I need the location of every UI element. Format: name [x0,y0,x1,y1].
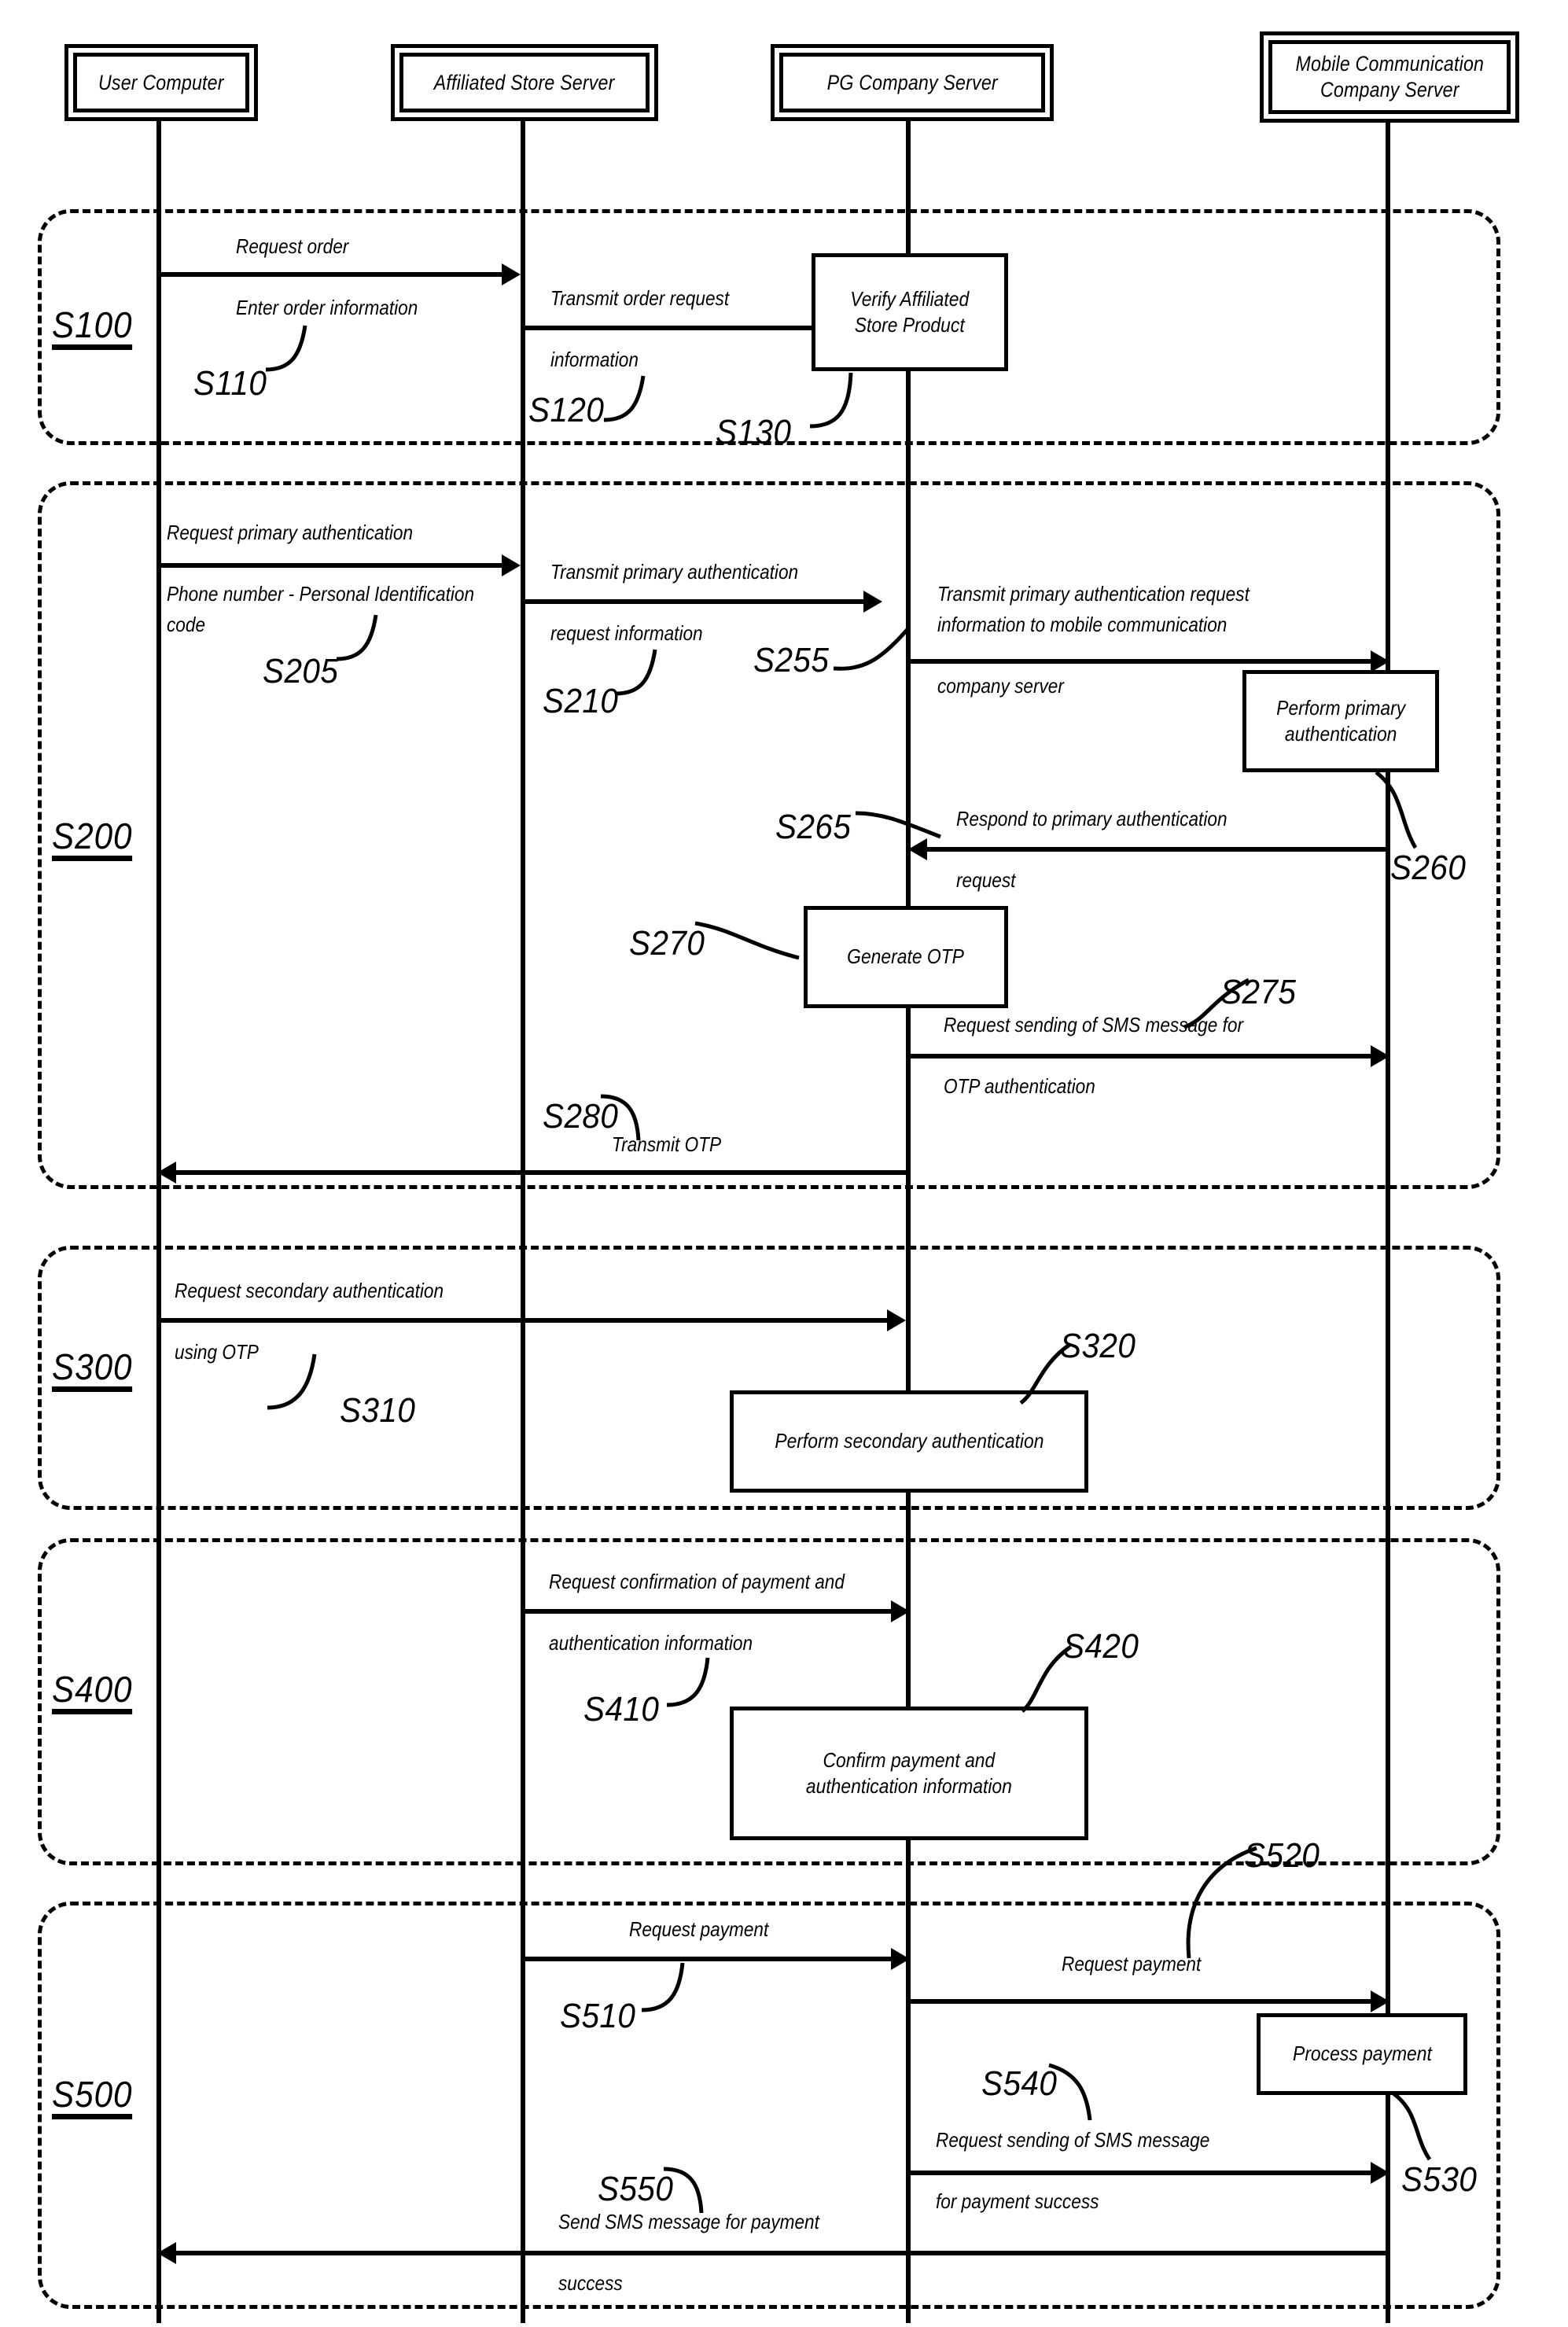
actor-user-computer: User Computer [64,44,258,121]
process-label-s270: Generate OTP [847,944,965,969]
message-label-s540: Request sending of SMS message for payme… [936,2128,1210,2213]
phase-code-s100: S100 [52,307,133,350]
leader-line-s270 [694,921,800,960]
leader-line-s410 [666,1657,710,1707]
step-code-s265: S265 [775,808,852,846]
actor-mobile-communication-company-server: Mobile Communication Company Server [1260,31,1519,123]
message-label-s550: Send SMS message for payment success [558,2210,819,2295]
step-code-s130: S130 [716,413,792,451]
actor-box-inner: Affiliated Store Server [399,53,650,112]
message-label-s410: Request confirmation of payment and auth… [549,1570,845,1655]
message-label-s510: Request payment [629,1917,769,1941]
leader-line-s265 [855,811,941,839]
step-code-s540: S540 [981,2064,1058,2103]
process-label-s130: Verify Affiliated Store Product [850,286,970,337]
message-label-s275: Request sending of SMS message for OTP a… [944,1013,1243,1098]
step-code-s275: S275 [1220,973,1297,1011]
leader-line-s205 [336,614,378,661]
step-code-s270: S270 [629,924,705,963]
process-label-s320: Perform secondary authentication [774,1429,1044,1453]
process-label-s420: Confirm payment and authentication infor… [805,1747,1013,1798]
step-code-s110: S110 [193,364,267,403]
step-code-s320: S320 [1060,1327,1136,1365]
process-box-s260: Perform primary authentication [1242,670,1439,772]
step-code-s255: S255 [753,641,830,679]
message-label-s210: Transmit primary authentication request … [550,560,799,645]
step-code-s410: S410 [583,1690,660,1729]
leader-line-s540 [1048,2063,1092,2121]
process-box-s270: Generate OTP [804,906,1008,1008]
sequence-diagram: User Computer Affiliated Store Server PG… [0,0,1568,2327]
leader-line-s110 [265,325,307,372]
process-label-s260: Perform primary authentication [1275,695,1405,746]
step-code-s205: S205 [263,652,339,690]
leader-line-s120 [603,375,646,422]
message-arrow-s280 [157,1162,906,1184]
actor-box-inner: Mobile Communication Company Server [1268,40,1511,114]
step-code-s520: S520 [1244,1836,1320,1875]
actor-label: PG Company Server [826,70,998,94]
phase-code-s200: S200 [52,818,133,861]
step-code-s510: S510 [560,1997,636,2035]
actor-pg-company-server: PG Company Server [771,44,1054,121]
phase-code-s400: S400 [52,1671,133,1714]
process-label-s530: Process payment [1292,2042,1432,2066]
step-code-s530: S530 [1401,2160,1478,2199]
step-code-s420: S420 [1063,1627,1139,1666]
message-label-s110: Request order Enter order information [236,234,418,319]
step-code-s120: S120 [528,391,605,429]
leader-line-s210 [615,649,657,696]
actor-label: Affiliated Store Server [434,70,615,94]
actor-affiliated-store-server: Affiliated Store Server [391,44,658,121]
process-box-s420: Confirm payment and authentication infor… [730,1707,1088,1840]
leader-line-s255 [833,626,911,671]
actor-label: User Computer [98,70,224,94]
phase-code-s500: S500 [52,2076,133,2119]
message-label-s265: Respond to primary authentication reques… [956,807,1228,892]
step-code-s280: S280 [543,1097,619,1136]
leader-line-s510 [641,1962,685,2012]
process-box-s130: Verify Affiliated Store Product [812,253,1008,371]
message-arrow-s520 [908,1990,1389,2012]
actor-box-inner: PG Company Server [779,53,1045,112]
phase-code-s300: S300 [52,1349,133,1392]
actor-label: Mobile Communication Company Server [1295,52,1484,101]
process-box-s530: Process payment [1257,2013,1467,2095]
step-code-s210: S210 [543,682,619,720]
message-label-s120: Transmit order request information [550,286,730,371]
step-code-s310: S310 [340,1391,416,1430]
step-code-s550: S550 [598,2170,674,2208]
leader-line-s130 [809,372,853,429]
leader-line-s530 [1392,2092,1432,2161]
actor-box-inner: User Computer [73,53,249,112]
